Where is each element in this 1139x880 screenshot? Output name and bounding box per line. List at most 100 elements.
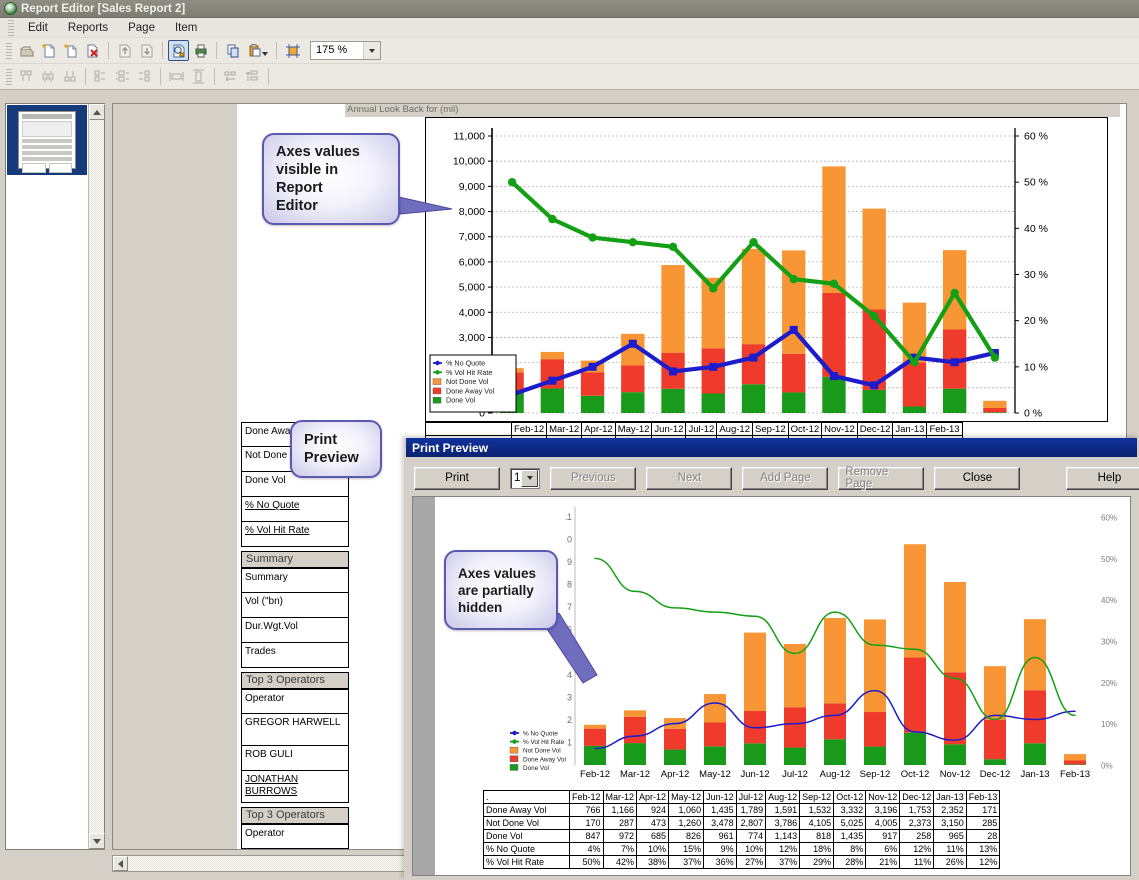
- table-column-header: Sep-12: [751, 422, 789, 436]
- field-summary[interactable]: Summary: [241, 568, 349, 593]
- align-middle-icon[interactable]: [38, 66, 59, 87]
- table-cell: 3,332: [833, 803, 867, 817]
- toolbar-separator: [276, 42, 277, 59]
- svg-text:Mar-12: Mar-12: [620, 769, 650, 780]
- same-height-icon[interactable]: [188, 66, 209, 87]
- field-operator-jonathan-burrows[interactable]: JONATHAN BURROWS: [241, 771, 349, 803]
- table-cell: 3,478: [703, 816, 737, 830]
- thumbnail-scrollbar[interactable]: [88, 104, 105, 849]
- menu-item-edit[interactable]: Edit: [19, 20, 57, 36]
- field-operator-1[interactable]: Operator: [241, 689, 349, 714]
- table-row[interactable]: % No Quote4%7%10%15%9%10%12%18%8%6%12%11…: [483, 842, 1001, 856]
- menu-gripper[interactable]: [8, 19, 14, 36]
- thumbnail-scroll-up-button[interactable]: [89, 104, 105, 120]
- table-column-header: Jan-13: [892, 422, 928, 436]
- table-row[interactable]: % Vol Hit Rate50%42%38%37%36%27%37%29%28…: [483, 855, 1001, 869]
- print-preview-icon[interactable]: [168, 40, 189, 61]
- table-cell: 8%: [833, 842, 867, 856]
- table-cell: 972: [602, 829, 638, 843]
- triangle-down-icon: [93, 838, 101, 844]
- page-thumbnail-panel[interactable]: [5, 103, 105, 850]
- copy-icon[interactable]: [222, 40, 243, 61]
- svg-text:8,000: 8,000: [459, 206, 485, 218]
- field-vol-bn[interactable]: Vol ("bn): [241, 593, 349, 618]
- svg-text:Dec-12: Dec-12: [980, 769, 1011, 780]
- next-button[interactable]: Next: [646, 466, 733, 490]
- editor-chart[interactable]: 01,0002,0003,0004,0005,0006,0007,0008,00…: [425, 117, 1108, 422]
- copy-report-icon[interactable]: [60, 40, 81, 61]
- svg-text:40%: 40%: [1101, 596, 1117, 605]
- page-number-dropdown-arrow[interactable]: [521, 469, 539, 487]
- space-across-icon[interactable]: [220, 66, 241, 87]
- align-left-icon[interactable]: [90, 66, 111, 87]
- field-row-pct-no-quote[interactable]: % No Quote: [241, 497, 349, 522]
- table-column-header: Feb-12: [510, 422, 548, 436]
- svg-text:60%: 60%: [1101, 514, 1117, 523]
- table-corner-cell: .: [483, 790, 570, 804]
- svg-text:Sep-12: Sep-12: [860, 769, 891, 780]
- help-button[interactable]: Help: [1066, 466, 1139, 490]
- scroll-left-button[interactable]: [113, 856, 128, 871]
- same-width-icon[interactable]: [166, 66, 187, 87]
- page-number-combo[interactable]: 1: [510, 467, 541, 489]
- table-row[interactable]: Done Away Vol7661,1669241,0601,4351,7891…: [483, 803, 1001, 817]
- svg-text:May-12: May-12: [699, 769, 731, 780]
- zoom-combo[interactable]: 175 %: [310, 41, 381, 60]
- remove-page-button[interactable]: Remove Page: [838, 466, 925, 490]
- table-row[interactable]: Not Done Vol1702874731,2603,4782,8073,78…: [483, 816, 1001, 830]
- table-cell: 287: [602, 816, 638, 830]
- table-cell: 12%: [965, 855, 1001, 869]
- zoom-dropdown-arrow[interactable]: [363, 42, 380, 59]
- align-top-icon[interactable]: [16, 66, 37, 87]
- delete-report-icon[interactable]: [82, 40, 103, 61]
- field-operator-gregor-harwell[interactable]: GREGOR HARWELL: [241, 714, 349, 746]
- import-icon[interactable]: [114, 40, 135, 61]
- menu-item-item[interactable]: Item: [166, 20, 206, 36]
- menu-item-page[interactable]: Page: [119, 20, 164, 36]
- field-operator-2[interactable]: Operator: [241, 824, 349, 849]
- field-dur-wgt-vol[interactable]: Dur.Wgt.Vol: [241, 618, 349, 643]
- print-button[interactable]: Print: [414, 466, 500, 490]
- field-trades[interactable]: Trades: [241, 643, 349, 668]
- table-column-header: Jul-12: [735, 790, 767, 804]
- field-row-pct-vol-hit-rate[interactable]: % Vol Hit Rate: [241, 522, 349, 547]
- section-header-top3-operators-1: Top 3 Operators: [241, 672, 349, 689]
- paste-icon[interactable]: [244, 40, 268, 61]
- table-column-header: Oct-12: [787, 422, 823, 436]
- align-toolbar-gripper[interactable]: [6, 68, 12, 85]
- page-thumbnail-preview: [18, 111, 76, 173]
- table-cell: 3,786: [765, 816, 801, 830]
- toolbar-gripper[interactable]: [6, 42, 12, 59]
- preview-data-table-wrap: . Feb-12 Mar-12 Apr-12 May-12 Jun-12 Jul-12 Aug…: [483, 790, 1001, 869]
- print-preview-window[interactable]: Print Preview Print 1 Previous Next Add …: [404, 438, 1139, 880]
- open-report-icon[interactable]: [16, 40, 37, 61]
- window-title: Report Editor [Sales Report 2]: [21, 2, 186, 15]
- menu-item-reports[interactable]: Reports: [59, 20, 117, 36]
- chevron-down-icon: [526, 476, 533, 480]
- add-page-button[interactable]: Add Page: [742, 466, 829, 490]
- preview-data-table[interactable]: . Feb-12 Mar-12 Apr-12 May-12 Jun-12 Jul-12 Aug…: [483, 790, 1001, 869]
- table-cell: 766: [569, 803, 604, 817]
- space-down-icon[interactable]: [242, 66, 263, 87]
- triangle-left-icon: [118, 859, 123, 868]
- align-center-icon[interactable]: [112, 66, 133, 87]
- chevron-down-icon[interactable]: [262, 52, 268, 56]
- print-icon[interactable]: [190, 40, 211, 61]
- thumbnail-scroll-down-button[interactable]: [89, 833, 105, 849]
- previous-button[interactable]: Previous: [550, 466, 637, 490]
- page-number-value[interactable]: 1: [511, 469, 520, 488]
- align-bottom-icon[interactable]: [60, 66, 81, 87]
- close-button[interactable]: Close: [934, 466, 1021, 490]
- new-report-icon[interactable]: [38, 40, 59, 61]
- table-row[interactable]: Done Vol8479726858269617741,1438181,4359…: [483, 829, 1001, 843]
- section-header-summary: Summary: [241, 551, 349, 568]
- field-operator-rob-guli[interactable]: ROB GULI: [241, 746, 349, 771]
- export-icon[interactable]: [136, 40, 157, 61]
- align-right-icon[interactable]: [134, 66, 155, 87]
- page-setup-icon[interactable]: [282, 40, 303, 61]
- table-column-header: Jul-12: [685, 422, 718, 436]
- zoom-value[interactable]: 175 %: [311, 42, 363, 59]
- page-thumbnail-selected[interactable]: [7, 105, 87, 175]
- table-cell: 847: [569, 829, 604, 843]
- svg-text:7,000: 7,000: [459, 231, 485, 243]
